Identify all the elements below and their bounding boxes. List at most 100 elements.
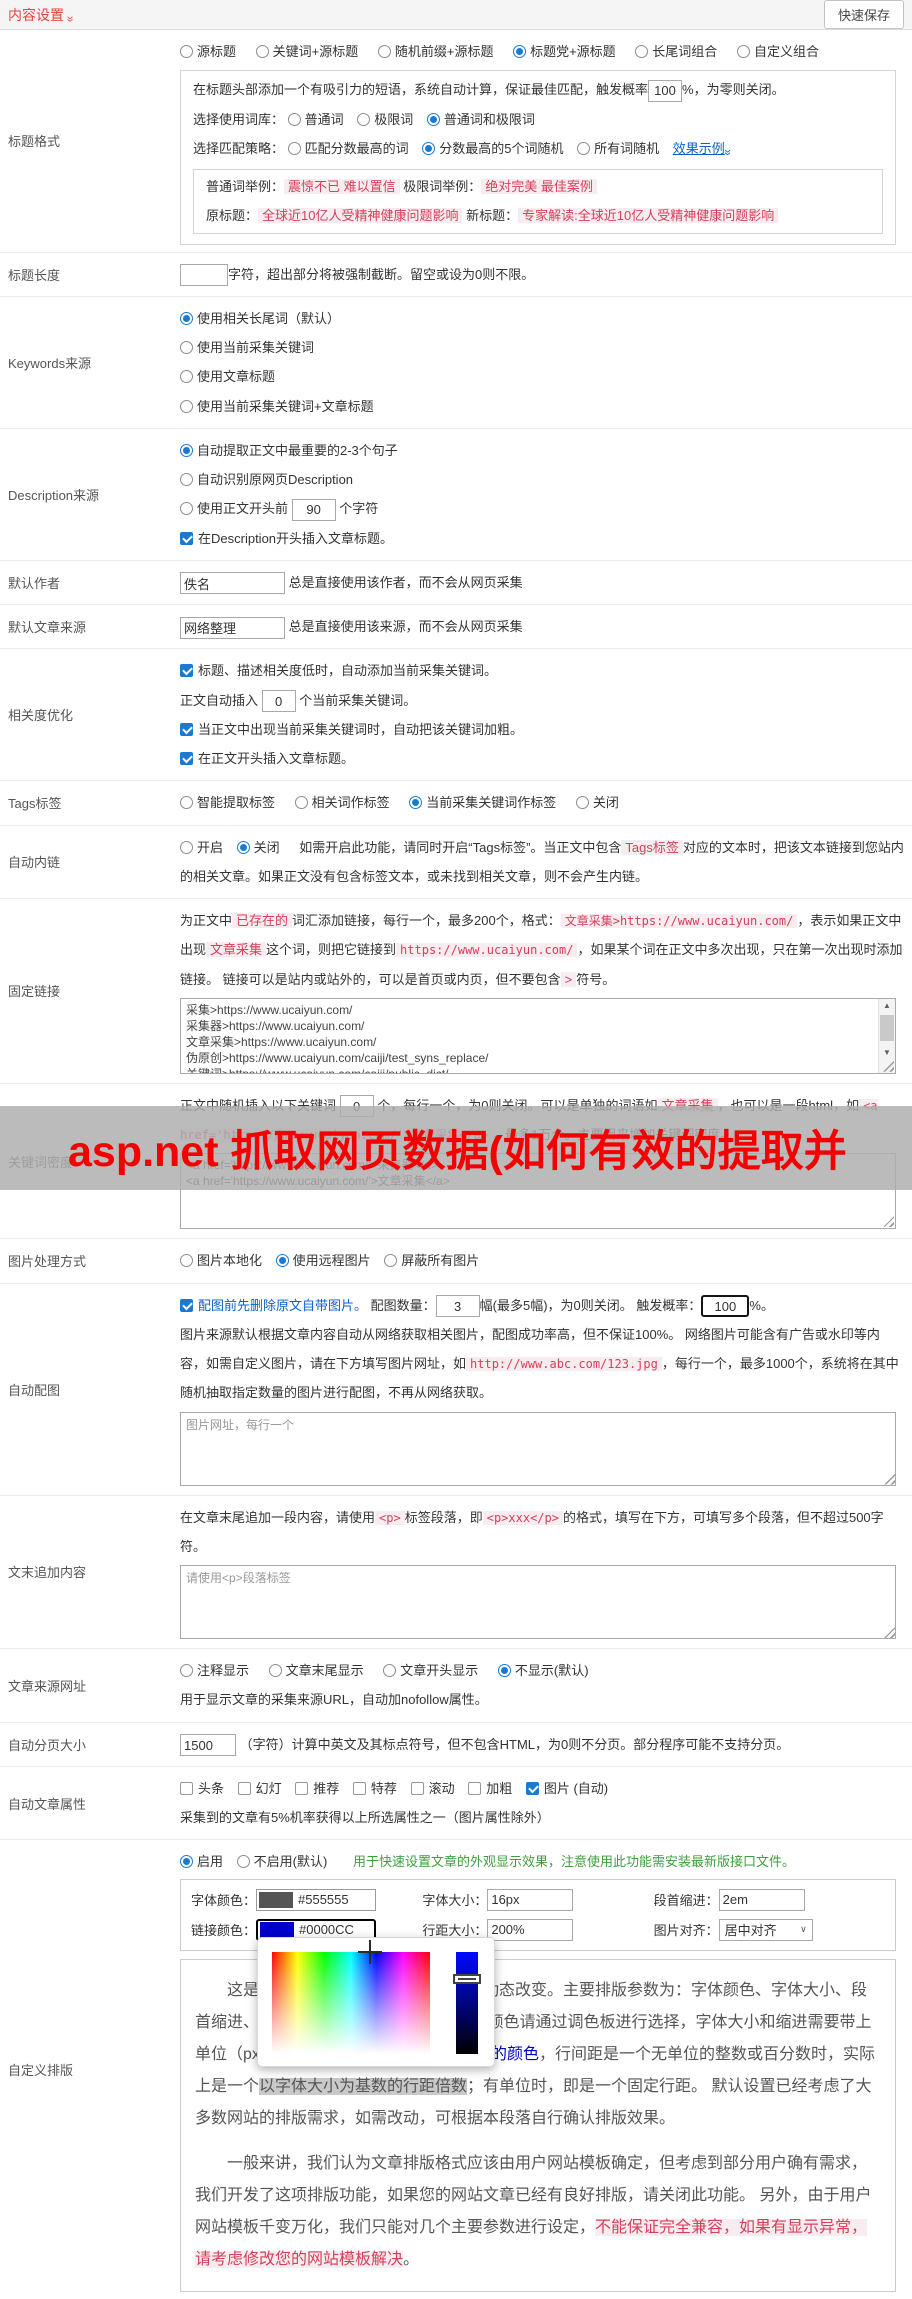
radio-no-display[interactable]: 不显示(默认) [497, 1663, 589, 1678]
radio-source-title[interactable]: 源标题 [180, 44, 236, 59]
insert-keyword-count-input[interactable] [261, 690, 296, 713]
font-color-input[interactable]: #555555 [256, 1888, 377, 1911]
radio-all-random[interactable]: 所有词随机 [577, 141, 659, 156]
checkbox-scroll[interactable]: 滚动 [410, 1781, 455, 1796]
demo-link[interactable]: 效果示例» [673, 141, 735, 156]
scroll-down-icon[interactable]: ▼ [879, 1046, 895, 1061]
row-fixed-links: 固定链接 为正文中 已存在的 词汇添加链接，每行一个，最多200个，格式： 文章采集>… [0, 898, 912, 1083]
scroll-up-icon[interactable]: ▲ [879, 999, 895, 1014]
font-color-swatch [259, 1891, 294, 1908]
radio-icon-selected [180, 1855, 193, 1869]
radio-prefix-source-title[interactable]: 随机前缀+源标题 [377, 44, 493, 59]
radio-start-display[interactable]: 文章开头显示 [383, 1663, 478, 1678]
image-probability-input[interactable] [701, 1295, 750, 1318]
scroll-thumb[interactable] [880, 1014, 894, 1041]
checkbox-insert-title[interactable]: 在Description开头插入文章标题。 [180, 524, 904, 553]
image-count-input[interactable] [435, 1295, 480, 1318]
hue-slider[interactable] [456, 1951, 478, 2054]
trigger-probability-line: 在标题头部添加一个有吸引力的短语，系统自动计算，保证最佳匹配，触发概率%，为零则… [193, 75, 883, 104]
page-size-input[interactable] [180, 1734, 236, 1757]
radio-normal-words[interactable]: 普通词 [287, 112, 344, 127]
radio-tags-off[interactable]: 关闭 [575, 795, 619, 810]
example-panel: 普通词举例： 震惊不已 难以置信 极限词举例： 绝对完美 最佳案例 原标题： 全球近1… [193, 169, 883, 234]
default-author-input[interactable] [180, 572, 285, 595]
fixed-links-textarea[interactable]: 采集>https://www.ucaiyun.com/ 采集器>https://… [180, 997, 896, 1074]
checkbox-recommend[interactable]: 推荐 [295, 1781, 339, 1796]
image-url-textarea[interactable] [180, 1411, 896, 1486]
highlight-word: 文章采集 [206, 942, 267, 958]
title-probability-input[interactable] [648, 79, 683, 102]
checkbox-slideshow[interactable]: 幻灯 [237, 1781, 282, 1796]
quick-save-button[interactable]: 快速保存 [823, 0, 904, 29]
radio-typeset-enable[interactable]: 启用 [180, 1854, 223, 1869]
radio-autolink-off[interactable]: 关闭 [236, 840, 280, 855]
scrollbar[interactable]: ▲ ▼ [878, 998, 895, 1073]
radio-keyword-tags[interactable]: 当前采集关键词作标签 [409, 795, 556, 810]
example-title: 全球近10亿人受精神健康问题影响 [258, 208, 463, 224]
fixed-links-help: 为正文中 已存在的 词汇添加链接，每行一个，最多200个，格式： 文章采集>https… [180, 913, 903, 987]
checkbox-insert-title-body[interactable]: 在正文开头插入文章标题。 [180, 744, 904, 773]
word-library-line: 选择使用词库： 普通词 极限词 普通词和极限词 [193, 111, 535, 127]
checkbox-add-keyword[interactable]: 标题、描述相关度低时，自动添加当前采集关键词。 [180, 656, 904, 685]
row-label: Keywords来源 [8, 355, 92, 371]
row-label: 相关度优化 [8, 708, 74, 724]
radio-keyword-plus-title[interactable]: 使用当前采集关键词+文章标题 [180, 392, 888, 421]
radio-body-prefix[interactable]: 使用正文开头前 个字符 [180, 494, 888, 523]
preview-paragraph-2: 一般来讲，我们认为文章排版格式应该由用户网站模板确定，但考虑到部分用户确有需求，… [195, 2154, 872, 2268]
radio-remote-images[interactable]: 使用远程图片 [275, 1253, 371, 1268]
radio-longtail-combo[interactable]: 长尾词组合 [635, 44, 717, 59]
radio-both-words[interactable]: 普通词和极限词 [426, 112, 535, 127]
radio-related-tags[interactable]: 相关词作标签 [294, 795, 390, 810]
radio-custom-combo[interactable]: 自定义组合 [736, 44, 819, 59]
textarea-line: 采集器>https://www.ucaiyun.com/ [186, 1018, 365, 1033]
radio-current-keyword[interactable]: 使用当前采集关键词 [180, 333, 888, 362]
font-size-input[interactable] [487, 1888, 574, 1911]
row-image-mode: 图片处理方式 图片本地化 使用远程图片 屏蔽所有图片 [0, 1238, 912, 1282]
picker-crosshair-icon[interactable] [358, 1939, 382, 1964]
radio-page-description[interactable]: 自动识别原网页Description [180, 465, 888, 494]
radio-icon [383, 1664, 397, 1677]
checkbox-bold[interactable]: 加粗 [468, 1781, 512, 1796]
title-length-input[interactable] [180, 264, 228, 287]
checkbox-headline[interactable]: 头条 [180, 1781, 224, 1796]
indent-input[interactable] [718, 1888, 805, 1911]
radio-smart-tags[interactable]: 智能提取标签 [180, 795, 275, 810]
radio-end-display[interactable]: 文章末尾显示 [268, 1663, 364, 1678]
checkbox-special[interactable]: 特荐 [352, 1781, 397, 1796]
default-source-input[interactable] [180, 616, 285, 639]
radio-auto-extract[interactable]: 自动提取正文中最重要的2-3个句子 [180, 436, 888, 465]
row-keywords-source: Keywords来源 使用相关长尾词（默认） 使用当前采集关键词 使用文章标题 … [0, 295, 912, 428]
append-content-textarea[interactable] [180, 1565, 896, 1639]
checkbox-image-auto[interactable]: 图片 (自动) [525, 1781, 608, 1796]
radio-icon [294, 796, 308, 810]
radio-article-title[interactable]: 使用文章标题 [180, 362, 888, 391]
radio-localize-images[interactable]: 图片本地化 [180, 1253, 262, 1268]
radio-icon-selected [422, 141, 436, 155]
line-height-input[interactable] [487, 1918, 574, 1941]
example-words: 绝对完美 最佳案例 [481, 179, 597, 194]
page-title[interactable]: 内容设置 » [8, 5, 77, 25]
page-title-text: 内容设置 [8, 6, 64, 23]
radio-block-images[interactable]: 屏蔽所有图片 [384, 1253, 479, 1268]
radio-typeset-disable[interactable]: 不启用(默认) [236, 1854, 327, 1869]
radio-top5-random[interactable]: 分数最高的5个词随机 [422, 141, 564, 156]
checkbox-delete-original[interactable]: 配图前先删除原文自带图片。 [180, 1298, 367, 1313]
checkbox-icon [237, 1781, 251, 1795]
description-chars-input[interactable] [291, 498, 336, 521]
image-align-select[interactable]: 居中对齐 ∨ [718, 1918, 813, 1941]
radio-comment-display[interactable]: 注释显示 [180, 1663, 249, 1678]
radio-related-longtail[interactable]: 使用相关长尾词（默认） [180, 304, 888, 333]
hue-slider-handle[interactable] [453, 1973, 481, 1984]
radio-autolink-on[interactable]: 开启 [180, 840, 223, 855]
checkbox-icon [352, 1781, 366, 1795]
radio-icon [180, 473, 193, 486]
example-title: 专家解读:全球近10亿人受精神健康问题影响 [518, 208, 779, 224]
radio-clickbait-source-title[interactable]: 标题党+源标题 [513, 44, 616, 59]
radio-keyword-source-title[interactable]: 关键词+源标题 [255, 44, 358, 59]
radio-highest-score[interactable]: 匹配分数最高的词 [287, 141, 409, 156]
radio-extreme-words[interactable]: 极限词 [357, 112, 413, 127]
saturation-square[interactable] [272, 1951, 430, 2054]
checkbox-bold-keyword[interactable]: 当正文中出现当前采集关键词时，自动把该关键词加粗。 [180, 715, 904, 744]
chevron-down-icon: » [720, 149, 735, 154]
example-words: 震惊不已 难以置信 [284, 179, 400, 194]
